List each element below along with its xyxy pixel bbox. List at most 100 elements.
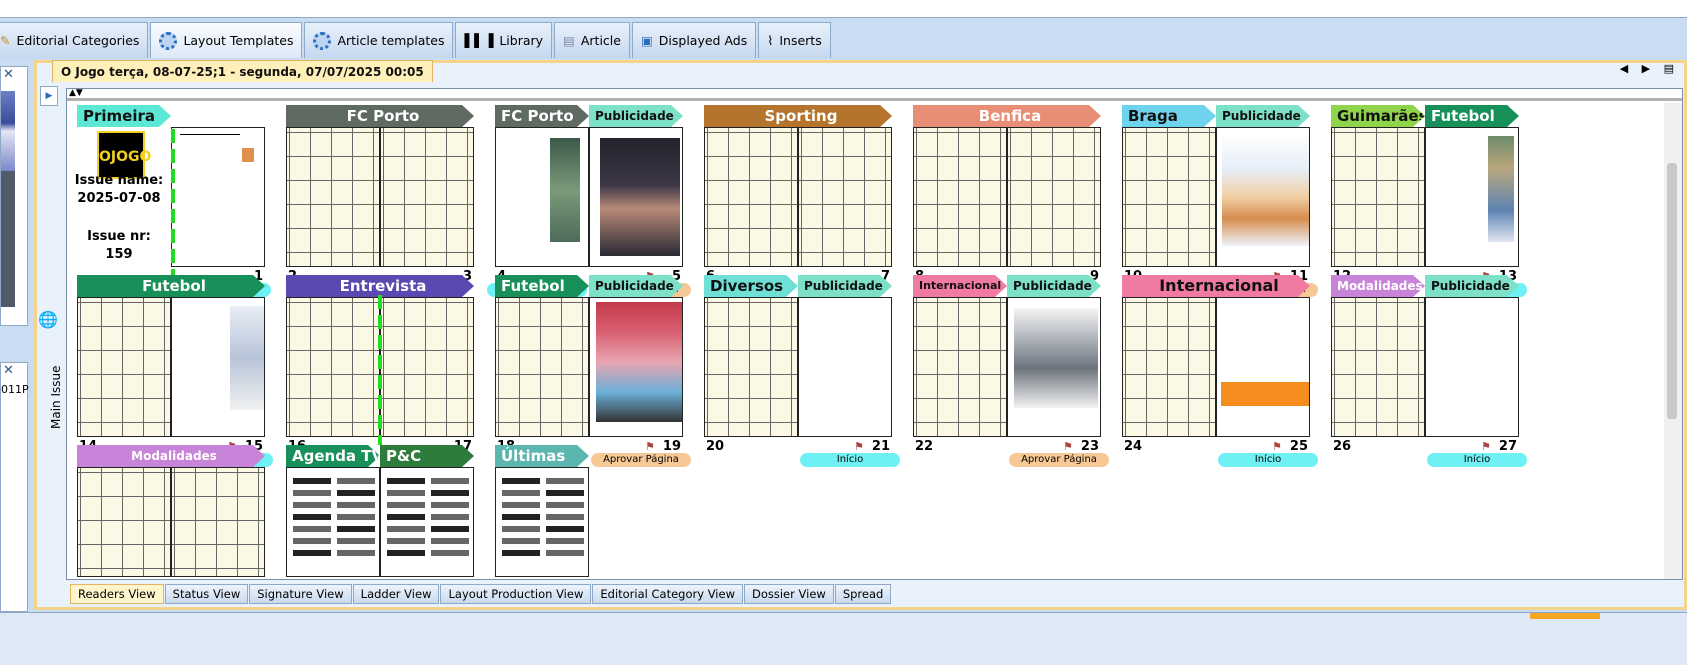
tab-article-templates[interactable]: Article templates bbox=[304, 22, 454, 58]
tab-layout-templates[interactable]: Layout Templates bbox=[150, 22, 303, 58]
section-header[interactable]: Guimarães bbox=[1331, 105, 1425, 127]
page-thumbnail[interactable] bbox=[495, 297, 589, 437]
section-header[interactable]: Últimas bbox=[495, 445, 589, 467]
page-thumbnail[interactable] bbox=[1425, 127, 1519, 267]
section-header[interactable]: P&C bbox=[380, 445, 474, 467]
preview-thumbnail[interactable] bbox=[1, 91, 15, 171]
page-thumbnail[interactable] bbox=[1007, 127, 1101, 267]
page-thumbnail[interactable] bbox=[798, 127, 892, 267]
section-header[interactable]: Publicidade bbox=[589, 105, 683, 127]
section-header[interactable]: Modalidades bbox=[1331, 275, 1425, 297]
page-number: 24 bbox=[1124, 439, 1143, 454]
page-thumbnail[interactable] bbox=[704, 127, 798, 267]
close-icon[interactable]: ✕ bbox=[3, 67, 14, 82]
text-line bbox=[180, 134, 240, 135]
collapse-icon[interactable]: ▲▼ bbox=[69, 89, 83, 98]
page-thumbnail[interactable] bbox=[171, 297, 265, 437]
section-header[interactable]: Modalidades bbox=[77, 445, 265, 467]
page-thumbnail[interactable] bbox=[913, 127, 1007, 267]
section-header[interactable]: Futebol bbox=[77, 275, 265, 297]
view-tab-status-view[interactable]: Status View bbox=[164, 584, 249, 604]
spread: GuimarãesFutebol1213Início⚑ bbox=[1331, 105, 1527, 297]
category-icon: ✎ bbox=[0, 33, 11, 48]
page-thumbnail[interactable] bbox=[171, 127, 265, 267]
page-thumbnail[interactable] bbox=[495, 127, 589, 267]
section-header[interactable]: Futebol bbox=[1425, 105, 1519, 127]
status-badge[interactable]: Início bbox=[1218, 453, 1318, 467]
section-header[interactable]: Publicidade bbox=[1007, 275, 1101, 297]
view-tab-dossier-view[interactable]: Dossier View bbox=[743, 584, 834, 604]
text-line bbox=[293, 490, 331, 496]
section-header[interactable]: Braga bbox=[1122, 105, 1216, 127]
tab-inserts[interactable]: ⌇ Inserts bbox=[758, 22, 831, 58]
page-thumbnail[interactable] bbox=[1331, 127, 1425, 267]
page-thumbnail[interactable] bbox=[1425, 297, 1519, 437]
section-header[interactable]: Publicidade bbox=[1216, 105, 1310, 127]
section-header[interactable]: Benfica bbox=[913, 105, 1101, 127]
drag-handle[interactable] bbox=[378, 295, 382, 445]
page-thumbnail[interactable] bbox=[1216, 127, 1310, 267]
drag-handle[interactable] bbox=[171, 129, 175, 279]
spread: Internacional Publicidade 22 23 Aprovar Pági… bbox=[913, 275, 1109, 467]
list-item[interactable]: 011P bbox=[1, 383, 29, 396]
scrollbar-thumb[interactable] bbox=[1667, 163, 1677, 419]
view-tab-signature-view[interactable]: Signature View bbox=[249, 584, 352, 604]
tab-article[interactable]: ▤ Article bbox=[554, 22, 630, 58]
section-header[interactable]: FC Porto bbox=[495, 105, 589, 127]
view-tab-spread[interactable]: Spread bbox=[834, 584, 892, 604]
page-thumbnail[interactable] bbox=[704, 297, 798, 437]
status-indicator bbox=[1530, 613, 1600, 619]
status-badge[interactable]: Aprovar Página bbox=[1009, 453, 1109, 467]
section-header[interactable]: Entrevista bbox=[286, 275, 474, 297]
status-badge[interactable]: Início bbox=[1427, 453, 1527, 467]
tab-navigation[interactable]: ◀ ▶ ▤ bbox=[1620, 62, 1679, 75]
close-icon[interactable]: ✕ bbox=[3, 363, 14, 378]
page-thumbnail[interactable] bbox=[1122, 297, 1216, 437]
section-header[interactable]: Publicidade bbox=[1425, 275, 1519, 297]
section-header[interactable]: Internacional bbox=[1122, 275, 1310, 297]
text-line bbox=[293, 550, 331, 556]
spread: Primeira 1 OJOGO Issue name: 2025-07-08 Issue… bbox=[75, 105, 271, 297]
vertical-scrollbar[interactable] bbox=[1664, 103, 1682, 579]
section-header[interactable]: Sporting bbox=[704, 105, 892, 127]
expand-icon[interactable]: ▶ bbox=[40, 86, 58, 106]
page-thumbnail[interactable] bbox=[77, 467, 171, 577]
section-header[interactable]: Diversos bbox=[704, 275, 798, 297]
page-thumbnail[interactable] bbox=[171, 467, 265, 577]
page-thumbnail[interactable] bbox=[1122, 127, 1216, 267]
section-header[interactable]: Agenda TV bbox=[286, 445, 380, 467]
section-header[interactable]: Publicidade bbox=[798, 275, 892, 297]
page-thumbnail[interactable] bbox=[913, 297, 1007, 437]
issue-nr-label: Issue nr: bbox=[87, 229, 151, 244]
page-thumbnail[interactable] bbox=[1216, 297, 1310, 437]
status-badge[interactable]: Início bbox=[800, 453, 900, 467]
page-thumbnail[interactable] bbox=[1331, 297, 1425, 437]
page-thumbnail[interactable] bbox=[77, 297, 171, 437]
page-thumbnail[interactable] bbox=[286, 127, 380, 267]
page-thumbnail[interactable] bbox=[798, 297, 892, 437]
flag-icon: ⚑ bbox=[1063, 440, 1073, 453]
section-header[interactable]: Futebol bbox=[495, 275, 589, 297]
page-thumbnail[interactable] bbox=[589, 127, 683, 267]
tab-editorial-categories[interactable]: ✎ Editorial Categories bbox=[0, 22, 149, 58]
section-header[interactable]: Primeira bbox=[77, 105, 171, 127]
text-line bbox=[546, 538, 584, 544]
view-tab-ladder-view[interactable]: Ladder View bbox=[352, 584, 440, 604]
view-tab-layout-production-view[interactable]: Layout Production View bbox=[440, 584, 592, 604]
page-thumbnail[interactable] bbox=[1007, 297, 1101, 437]
page-thumbnail[interactable] bbox=[286, 297, 380, 437]
section-header[interactable]: Publicidade bbox=[589, 275, 683, 297]
page-thumbnail[interactable] bbox=[286, 467, 380, 577]
tab-displayed-ads[interactable]: ▣ Displayed Ads bbox=[631, 22, 757, 58]
document-tab[interactable]: O Jogo terça, 08-07-25;1 - segunda, 07/0… bbox=[52, 60, 433, 82]
page-thumbnail[interactable] bbox=[589, 297, 683, 437]
section-header[interactable]: Internacional bbox=[913, 275, 1007, 297]
page-thumbnail[interactable] bbox=[380, 467, 474, 577]
page-thumbnail[interactable] bbox=[380, 297, 474, 437]
view-tab-editorial-category-view[interactable]: Editorial Category View bbox=[592, 584, 743, 604]
tab-library[interactable]: ▌▌▐ Library bbox=[455, 22, 553, 58]
page-thumbnail[interactable] bbox=[380, 127, 474, 267]
section-header[interactable]: FC Porto bbox=[286, 105, 474, 127]
view-tab-readers-view[interactable]: Readers View bbox=[70, 584, 164, 604]
page-thumbnail[interactable] bbox=[495, 467, 589, 577]
